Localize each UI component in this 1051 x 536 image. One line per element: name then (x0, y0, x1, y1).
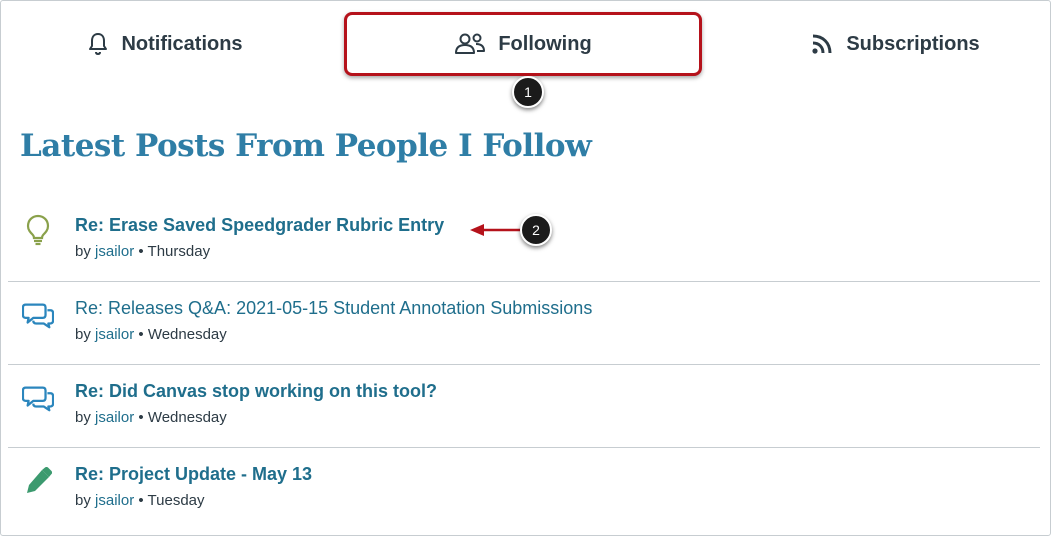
discussion-icon (22, 299, 54, 331)
meta-separator: • (138, 243, 144, 260)
tab-notifications[interactable]: Notifications (30, 12, 300, 76)
rss-icon (810, 32, 834, 56)
post-date: Thursday (147, 243, 211, 260)
by-label: by (75, 243, 91, 260)
divider (8, 364, 1040, 365)
by-label: by (75, 492, 91, 509)
author-link[interactable]: jsailor (95, 326, 134, 343)
author-link[interactable]: jsailor (95, 409, 134, 426)
author-link[interactable]: jsailor (95, 492, 134, 509)
post-title-link[interactable]: Re: Project Update - May 13 (75, 464, 312, 485)
pencil-icon (22, 465, 54, 497)
tab-label: Notifications (121, 32, 243, 55)
post-title-link[interactable]: Re: Releases Q&A: 2021-05-15 Student Ann… (75, 298, 592, 319)
by-label: by (75, 326, 91, 343)
author-link[interactable]: jsailor (95, 243, 134, 260)
post-item: Re: Releases Q&A: 2021-05-15 Student Ann… (8, 297, 1040, 379)
by-label: by (75, 409, 91, 426)
step-callout-1: 1 (512, 76, 544, 108)
tab-subscriptions[interactable]: Subscriptions (760, 12, 1030, 76)
post-date: Wednesday (147, 409, 227, 426)
post-title-link[interactable]: Re: Did Canvas stop working on this tool… (75, 381, 437, 402)
post-date: Tuesday (147, 492, 205, 509)
step-callout-2: 2 (520, 214, 552, 246)
tab-label: Following (498, 32, 592, 55)
post-meta: by jsailor • Thursday (75, 243, 210, 260)
tab-following[interactable]: Following (344, 12, 702, 76)
post-date: Wednesday (147, 326, 227, 343)
post-meta: by jsailor • Wednesday (75, 326, 227, 343)
post-item: Re: Project Update - May 13 by jsailor •… (8, 463, 1040, 536)
meta-separator: • (138, 492, 144, 509)
meta-separator: • (138, 326, 144, 343)
lightbulb-icon (22, 214, 54, 246)
post-title-link[interactable]: Re: Erase Saved Speedgrader Rubric Entry (75, 215, 444, 236)
divider (8, 281, 1040, 282)
post-item: Re: Did Canvas stop working on this tool… (8, 380, 1040, 462)
post-meta: by jsailor • Wednesday (75, 409, 227, 426)
tab-label: Subscriptions (846, 32, 980, 55)
people-icon (454, 32, 486, 56)
annotation-arrow-icon (470, 224, 522, 236)
divider (8, 447, 1040, 448)
bell-icon (87, 32, 109, 56)
page-title: Latest Posts From People I Follow (20, 128, 592, 164)
meta-separator: • (138, 409, 144, 426)
post-meta: by jsailor • Tuesday (75, 492, 205, 509)
discussion-icon (22, 382, 54, 414)
